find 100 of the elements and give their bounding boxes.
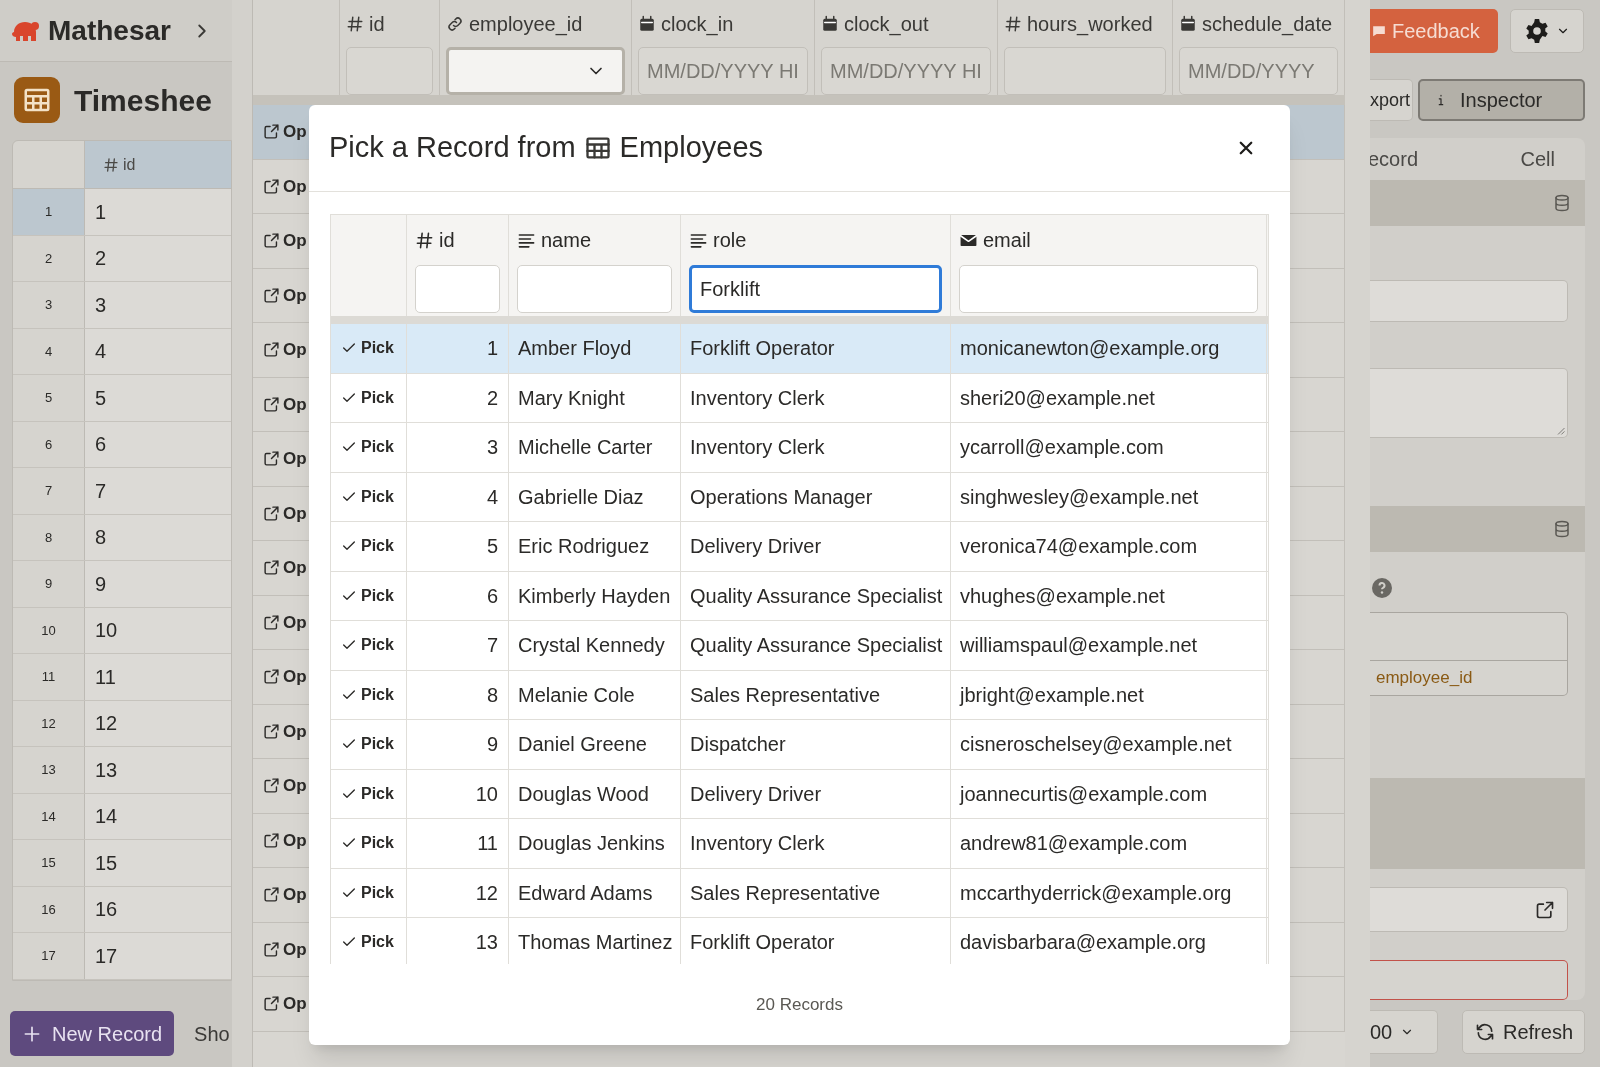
link-field[interactable]: [1370, 887, 1568, 932]
pick-button[interactable]: Pick: [341, 336, 394, 361]
column-header[interactable]: name: [517, 215, 672, 265]
open-button[interactable]: Op: [263, 936, 307, 962]
pick-button[interactable]: Pick: [341, 484, 394, 509]
pick-button[interactable]: Pick: [341, 781, 394, 806]
column-header[interactable]: hours_worked: [1004, 0, 1166, 48]
table-cell: 9: [407, 720, 509, 769]
open-button[interactable]: Op: [263, 337, 307, 363]
column-header[interactable]: id: [85, 141, 231, 188]
filter-input[interactable]: Forklift: [689, 265, 942, 313]
column-header[interactable]: schedule_date: [1179, 0, 1338, 48]
table-cell: 12: [85, 700, 231, 746]
open-button[interactable]: Op: [263, 228, 307, 254]
hash-icon: [1004, 14, 1022, 33]
input-field[interactable]: [1370, 280, 1568, 322]
open-button[interactable]: Op: [263, 391, 307, 417]
column-header[interactable]: email: [959, 215, 1258, 265]
section-header[interactable]: [1370, 506, 1585, 552]
table-cell: Forklift Operator: [681, 918, 951, 964]
table-cell: Dispatcher: [681, 720, 951, 769]
open-button[interactable]: Op: [263, 173, 307, 199]
record-row[interactable]: Pick 10 Douglas Wood Delivery Driver joannecurtis@example.com: [331, 769, 1268, 819]
hash-icon: [415, 230, 434, 250]
table-cell: Amber Floyd: [509, 324, 681, 373]
pick-button[interactable]: Pick: [341, 930, 394, 955]
record-row[interactable]: Pick 2 Mary Knight Inventory Clerk sheri20@example.net: [331, 373, 1268, 423]
pick-button[interactable]: Pick: [341, 880, 394, 905]
filter-input[interactable]: MM/DD/YYYY HI: [821, 47, 991, 95]
filter-input[interactable]: [415, 265, 500, 313]
show-label[interactable]: Sho: [194, 1018, 230, 1049]
settings-button[interactable]: [1510, 9, 1584, 53]
open-button[interactable]: Op: [263, 827, 307, 853]
record-row[interactable]: Pick 7 Crystal Kennedy Quality Assurance Specialist williamspaul@example.net: [331, 621, 1268, 671]
column-header[interactable]: clock_out: [821, 0, 991, 48]
column-header[interactable]: clock_in: [638, 0, 808, 48]
filter-input[interactable]: MM/DD/YYYY HI: [638, 47, 808, 95]
open-button[interactable]: Op: [263, 119, 307, 145]
table-cell: Douglas Wood: [509, 769, 681, 818]
open-button[interactable]: Op: [263, 773, 307, 799]
filter-input[interactable]: MM/DD/YYYY: [1179, 47, 1338, 95]
record-row[interactable]: Pick 5 Eric Rodriguez Delivery Driver veronica74@example.com: [331, 522, 1268, 572]
pick-button[interactable]: Pick: [341, 682, 394, 707]
filter-input[interactable]: [517, 265, 672, 313]
pick-button[interactable]: Pick: [341, 385, 394, 410]
table-cell: ycarroll@example.com: [951, 423, 1267, 472]
export-button[interactable]: xport: [1370, 79, 1413, 121]
filter-input[interactable]: [346, 47, 433, 95]
new-record-button[interactable]: New Record: [10, 1011, 175, 1056]
open-button[interactable]: Op: [263, 991, 307, 1017]
column-header[interactable]: id: [346, 0, 433, 48]
open-button[interactable]: Op: [263, 609, 307, 635]
external-link-icon: [263, 831, 280, 849]
pick-button[interactable]: Pick: [341, 583, 394, 608]
text-area[interactable]: [1370, 368, 1568, 438]
filter-dropdown[interactable]: [446, 47, 625, 95]
calendar-icon: [1179, 14, 1197, 33]
inspector-button[interactable]: Inspector: [1418, 79, 1585, 121]
database-icon: [1553, 520, 1571, 538]
table-cell: vhughes@example.net: [951, 571, 1267, 620]
record-row[interactable]: Pick 8 Melanie Cole Sales Representative jbright@example.net: [331, 670, 1268, 720]
open-button[interactable]: Op: [263, 282, 307, 308]
open-button[interactable]: Op: [263, 555, 307, 581]
filter-input[interactable]: [1004, 47, 1166, 95]
column-header[interactable]: employee_id: [446, 0, 625, 48]
help-icon[interactable]: [1372, 578, 1392, 598]
pick-button[interactable]: Pick: [341, 732, 394, 757]
record-row[interactable]: Pick 6 Kimberly Hayden Quality Assurance Specialist vhughes@example.net: [331, 571, 1268, 621]
inspector-tab[interactable]: Cell: [1520, 144, 1555, 174]
record-row[interactable]: Pick 12 Edward Adams Sales Representative mccarthyderrick@example.org: [331, 868, 1268, 918]
open-button[interactable]: Op: [263, 882, 307, 908]
pick-button[interactable]: Pick: [341, 831, 394, 856]
external-link-icon: [263, 232, 280, 250]
column-header[interactable]: id: [415, 215, 500, 265]
section-header[interactable]: [1370, 180, 1585, 226]
record-row[interactable]: Pick 4 Gabrielle Diaz Operations Manager singhwesley@example.net: [331, 472, 1268, 522]
pick-button[interactable]: Pick: [341, 534, 394, 559]
open-button[interactable]: Op: [263, 500, 307, 526]
record-row[interactable]: Pick 9 Daniel Greene Dispatcher cisneroschelsey@example.net: [331, 720, 1268, 770]
table-cell: monicanewton@example.org: [951, 324, 1267, 373]
refresh-button[interactable]: Refresh: [1462, 1010, 1585, 1054]
input-field[interactable]: [1370, 960, 1568, 1000]
record-row[interactable]: Pick 1 Amber Floyd Forklift Operator monicanewton@example.org: [331, 324, 1268, 374]
filter-input[interactable]: [959, 265, 1258, 313]
table-cell: 3: [407, 423, 509, 472]
page-size-select[interactable]: 00: [1370, 1010, 1438, 1054]
table-cell: Delivery Driver: [681, 769, 951, 818]
record-row[interactable]: Pick 3 Michelle Carter Inventory Clerk ycarroll@example.com: [331, 423, 1268, 473]
record-row[interactable]: Pick 11 Douglas Jenkins Inventory Clerk andrew81@example.com: [331, 819, 1268, 869]
column-link[interactable]: employee_id: [1370, 665, 1473, 691]
settings-icon: [1524, 18, 1550, 44]
row-number[interactable]: 1: [13, 189, 85, 235]
pick-button[interactable]: Pick: [341, 633, 394, 658]
close-icon: [1237, 139, 1255, 157]
pick-button[interactable]: Pick: [341, 435, 394, 460]
open-button[interactable]: Op: [263, 446, 307, 472]
column-header[interactable]: role: [689, 215, 942, 265]
table-title: Timeshee: [74, 82, 212, 119]
open-button[interactable]: Op: [263, 664, 307, 690]
open-button[interactable]: Op: [263, 718, 307, 744]
